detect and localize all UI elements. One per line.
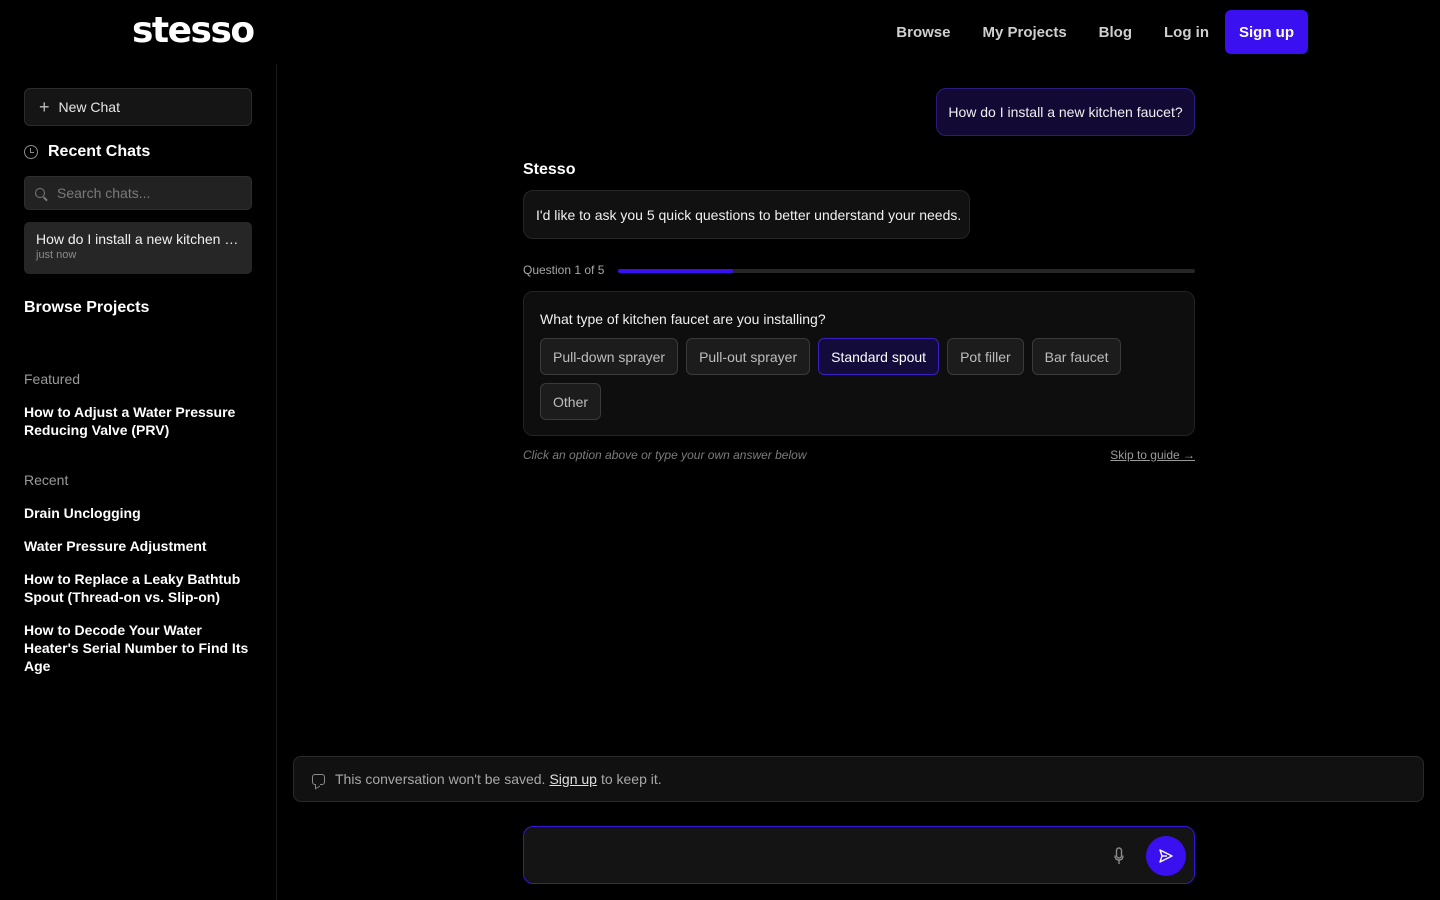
option-pot-filler[interactable]: Pot filler xyxy=(947,338,1024,375)
option-pull-down-sprayer[interactable]: Pull-down sprayer xyxy=(540,338,679,375)
send-button[interactable] xyxy=(1146,836,1186,876)
login-link[interactable]: Log in xyxy=(1164,24,1209,41)
chat-item-time: just now xyxy=(36,249,77,261)
new-chat-label: New Chat xyxy=(58,99,120,115)
message-composer xyxy=(523,826,1195,884)
recent-chats-label: Recent Chats xyxy=(48,143,151,160)
plus-icon: + xyxy=(39,97,50,117)
user-message-bubble: How do I install a new kitchen faucet? xyxy=(936,88,1195,136)
recent-project-link[interactable]: How to Decode Your Water Heater's Serial… xyxy=(24,621,252,675)
new-chat-button[interactable]: + New Chat xyxy=(24,88,252,126)
top-nav: Browse My Projects Blog Log in Sign up xyxy=(864,10,1308,54)
top-header: stesso Browse My Projects Blog Log in Si… xyxy=(0,0,1440,64)
option-bar-faucet[interactable]: Bar faucet xyxy=(1031,338,1122,375)
search-icon xyxy=(35,188,45,198)
featured-project-link[interactable]: How to Adjust a Water Pressure Reducing … xyxy=(24,403,252,439)
question-card: What type of kitchen faucet are you inst… xyxy=(523,291,1195,436)
recent-label: Recent xyxy=(24,472,69,488)
search-chats-input[interactable] xyxy=(57,185,237,201)
option-standard-spout[interactable]: Standard spout xyxy=(818,338,940,375)
recent-project-link[interactable]: Water Pressure Adjustment xyxy=(24,537,252,555)
answer-hint: Click an option above or type your own a… xyxy=(523,448,807,462)
option-other[interactable]: Other xyxy=(540,383,602,420)
question-progress-label: Question 1 of 5 xyxy=(523,263,605,277)
question-progress-fill xyxy=(618,269,734,273)
notice-text-end: to keep it. xyxy=(600,771,662,787)
question-progress-bar xyxy=(618,269,1195,273)
featured-label: Featured xyxy=(24,371,81,387)
sidebar: + New Chat Recent Chats How do I install… xyxy=(0,64,277,900)
notice-text: This conversation won't be saved. xyxy=(335,771,546,787)
search-box xyxy=(24,176,252,210)
skip-to-guide-link[interactable]: Skip to guide → xyxy=(1110,448,1195,462)
unsaved-notice: This conversation won't be saved. Sign u… xyxy=(293,756,1424,802)
clock-icon xyxy=(24,145,38,159)
answer-options: Pull-down sprayer Pull-out sprayer Stand… xyxy=(540,338,1180,428)
microphone-icon[interactable] xyxy=(1114,847,1124,865)
logo[interactable]: stesso xyxy=(132,10,255,51)
chat-item-title: How do I install a new kitchen faucet? xyxy=(36,231,240,247)
signup-button[interactable]: Sign up xyxy=(1225,10,1308,54)
message-input[interactable] xyxy=(538,841,1098,869)
notice-signup-link[interactable]: Sign up xyxy=(549,771,596,787)
question-text: What type of kitchen faucet are you inst… xyxy=(540,311,826,327)
recent-chat-item[interactable]: How do I install a new kitchen faucet? j… xyxy=(24,222,252,274)
assistant-message-bubble: I'd like to ask you 5 quick questions to… xyxy=(523,190,970,239)
recent-project-link[interactable]: How to Replace a Leaky Bathtub Spout (Th… xyxy=(24,570,252,606)
nav-browse[interactable]: Browse xyxy=(896,24,950,41)
send-icon xyxy=(1159,849,1173,863)
recent-project-link[interactable]: Drain Unclogging xyxy=(24,504,252,522)
browse-projects-heading: Browse Projects xyxy=(24,299,150,316)
recent-chats-heading: Recent Chats xyxy=(24,143,150,161)
nav-blog[interactable]: Blog xyxy=(1099,24,1132,41)
nav-my-projects[interactable]: My Projects xyxy=(982,24,1066,41)
chat-bubble-icon xyxy=(312,773,325,785)
option-pull-out-sprayer[interactable]: Pull-out sprayer xyxy=(686,338,811,375)
assistant-name: Stesso xyxy=(523,161,576,178)
